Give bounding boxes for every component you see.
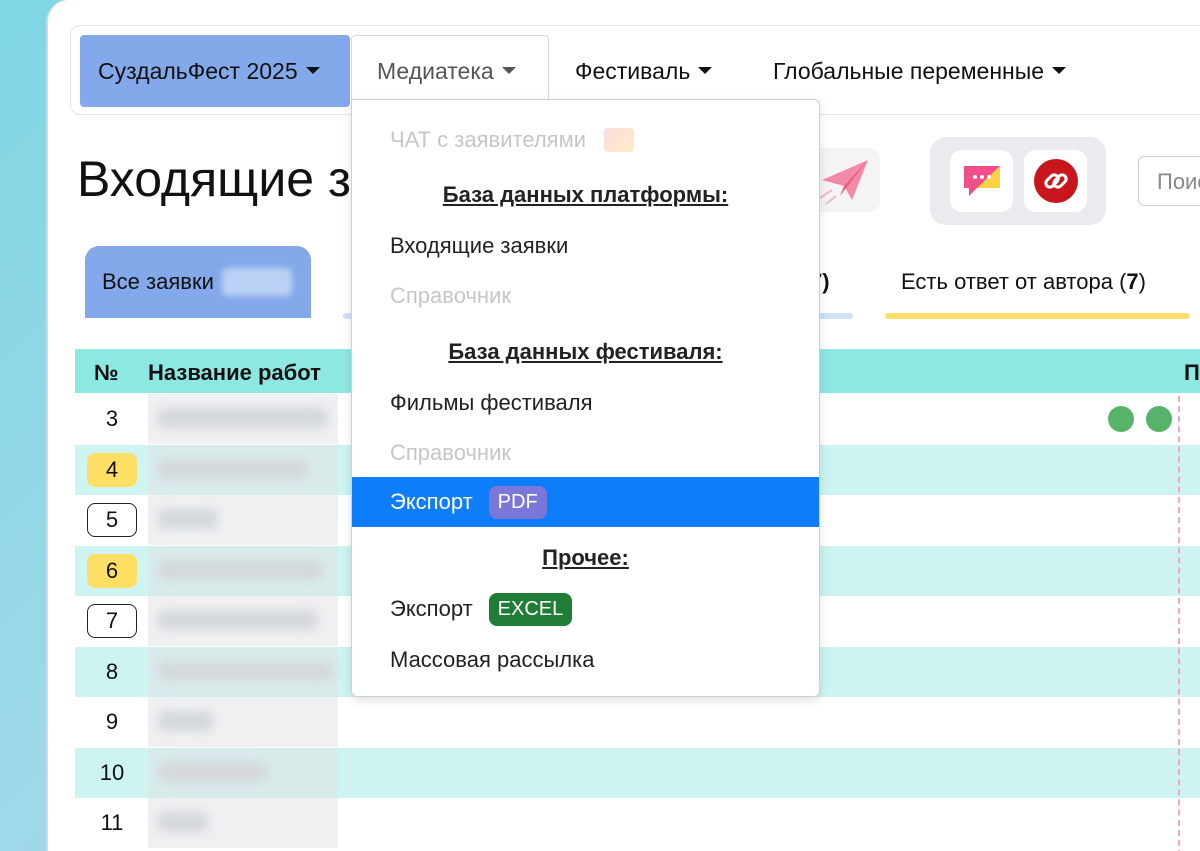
tab-author-count: 7 <box>1126 269 1139 294</box>
tab-all-count-blurred <box>221 268 292 296</box>
tab-all-label: Все заявки <box>102 269 214 294</box>
row-name-blurred <box>148 747 338 798</box>
row-name-blurred <box>148 495 338 545</box>
column-header-p: П <box>1184 360 1200 385</box>
tab-author-label: Есть ответ от автора ( <box>901 269 1127 294</box>
blurred-text <box>158 509 218 529</box>
festival-selector-dropdown[interactable]: СуздальФест 2025 <box>80 35 350 107</box>
link-button[interactable] <box>1024 150 1087 212</box>
tab-author-close: ) <box>1138 269 1146 294</box>
action-icons-group <box>930 137 1106 225</box>
festival-label: Фестиваль <box>575 57 691 84</box>
status-dot-green <box>1146 406 1172 432</box>
page-title: Входящие заявки <box>77 151 357 207</box>
tab-all-applications[interactable]: Все заявки <box>85 246 311 318</box>
global-variables-dropdown[interactable]: Глобальные переменные <box>773 35 1067 107</box>
blurred-text <box>158 711 213 731</box>
menu-item-festival-films[interactable]: Фильмы фестиваля <box>352 378 819 428</box>
column-divider <box>1178 396 1180 851</box>
tab-author-indicator <box>885 313 1190 319</box>
search-placeholder: Поиск <box>1157 169 1200 194</box>
excel-badge: EXCEL <box>488 592 573 626</box>
menu-item-reference-platform-label: Справочник <box>390 283 511 308</box>
row-number: 7 <box>87 604 137 638</box>
global-variables-label: Глобальные переменные <box>773 57 1045 84</box>
search-input[interactable]: Поиск <box>1138 156 1200 206</box>
row-name-blurred <box>148 394 338 444</box>
menu-header-other: Прочее: <box>542 545 629 570</box>
chat-bubble-icon <box>963 166 1000 196</box>
menu-item-mass-mailing[interactable]: Массовая рассылка <box>352 635 819 685</box>
festival-dropdown[interactable]: Фестиваль <box>575 35 713 107</box>
pdf-badge: PDF <box>488 485 547 519</box>
menu-item-festival-films-label: Фильмы фестиваля <box>390 390 593 415</box>
table-row[interactable]: 11 <box>75 798 1200 848</box>
menu-item-export-excel-label: Экспорт <box>390 596 473 621</box>
menu-item-chat[interactable]: ЧАТ с заявителями <box>352 115 819 165</box>
media-library-dropdown[interactable]: Медиатека <box>351 35 549 107</box>
blurred-text <box>158 559 323 580</box>
link-icon <box>1033 159 1078 203</box>
chat-sticker-icon <box>604 128 634 152</box>
menu-item-mass-mailing-label: Массовая рассылка <box>390 647 595 672</box>
row-name-blurred <box>148 545 338 596</box>
menu-item-incoming[interactable]: Входящие заявки <box>352 221 819 271</box>
table-row[interactable]: 9 <box>75 697 1200 747</box>
row-number: 10 <box>99 759 125 785</box>
row-number: 4 <box>87 452 137 487</box>
blurred-text <box>158 408 328 428</box>
media-library-menu: ЧАТ с заявителями База данных платформы:… <box>351 99 820 697</box>
blurred-text <box>158 458 308 479</box>
blurred-text <box>158 812 208 832</box>
menu-item-export-excel[interactable]: Экспорт EXCEL <box>352 584 819 634</box>
column-header-name: Название работ <box>148 360 321 385</box>
menu-item-incoming-label: Входящие заявки <box>390 233 569 258</box>
menu-item-export-pdf[interactable]: Экспорт PDF <box>352 477 819 527</box>
caret-down-icon <box>501 67 516 74</box>
row-name-blurred <box>148 646 338 697</box>
menu-item-chat-label: ЧАТ с заявителями <box>390 127 586 152</box>
menu-item-reference-festival[interactable]: Справочник <box>352 428 819 478</box>
status-dot-green <box>1108 406 1134 432</box>
menu-item-reference-platform[interactable]: Справочник <box>352 271 819 321</box>
row-number: 6 <box>87 553 137 588</box>
row-name-blurred <box>148 596 338 646</box>
row-number: 9 <box>105 709 119 734</box>
table-row[interactable]: 10 <box>75 747 1200 798</box>
row-name-blurred <box>148 697 338 747</box>
menu-item-reference-festival-label: Справочник <box>390 440 511 465</box>
row-number: 3 <box>105 406 119 431</box>
caret-down-icon <box>305 66 320 74</box>
blurred-text <box>158 761 268 782</box>
row-number: 11 <box>100 810 124 835</box>
row-name-blurred <box>148 444 338 495</box>
menu-header-platform-db: База данных платформы: <box>442 182 729 207</box>
chat-button[interactable] <box>950 150 1013 212</box>
blurred-text <box>158 610 318 630</box>
caret-down-icon <box>698 66 713 74</box>
caret-down-icon <box>1052 66 1067 74</box>
row-number: 5 <box>87 503 137 537</box>
blurred-text <box>158 660 333 681</box>
column-header-number: № <box>94 360 119 385</box>
row-name-blurred <box>148 798 338 848</box>
paper-plane-icon <box>819 160 868 205</box>
festival-selector-label: СуздальФест 2025 <box>98 57 298 84</box>
menu-item-export-pdf-label: Экспорт <box>390 489 473 514</box>
row-number: 8 <box>105 658 119 684</box>
media-library-label: Медиатека <box>377 58 494 84</box>
tab-author-reply[interactable]: Есть ответ от автора (7) <box>885 246 1190 318</box>
menu-header-festival-db: База данных фестиваля: <box>448 339 723 364</box>
